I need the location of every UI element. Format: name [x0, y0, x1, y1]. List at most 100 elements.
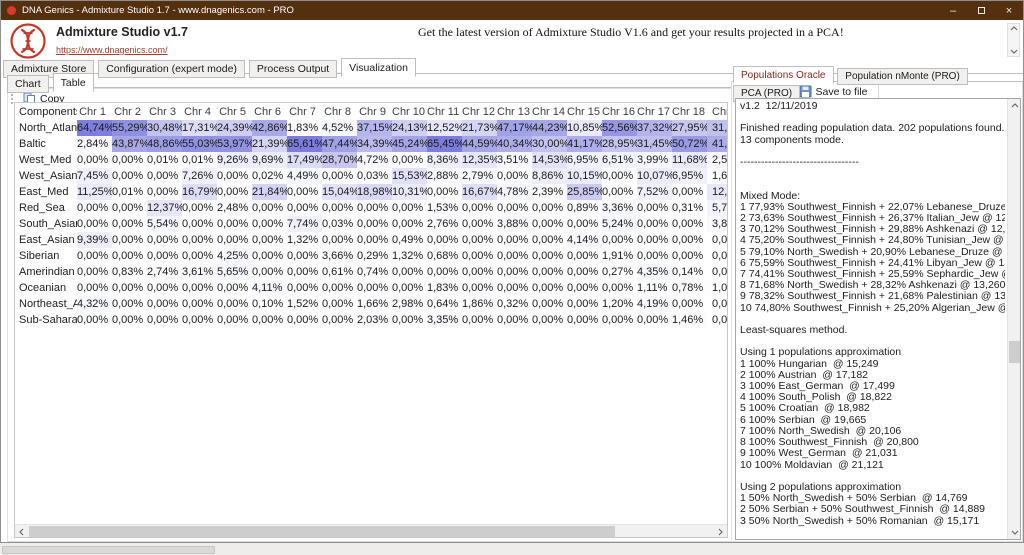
table-cell[interactable]: 0,00% — [357, 200, 392, 216]
table-cell[interactable]: 0,00% — [217, 312, 252, 328]
table-cell[interactable]: 55,03% — [182, 136, 217, 152]
column-header[interactable]: Chr 10 — [392, 103, 427, 120]
tab-population-nmonte[interactable]: Population nMonte (PRO) — [837, 68, 968, 85]
table-cell[interactable]: 0,00% — [497, 232, 532, 248]
table-cell[interactable]: 0,02% — [252, 168, 287, 184]
table-row[interactable]: North_Atlantic64,74%55,29%30,48%17,31%24… — [15, 120, 728, 136]
table-cell[interactable]: 41,17% — [567, 136, 602, 152]
table-cell[interactable]: 34,39% — [357, 136, 392, 152]
table-cell[interactable]: 2,84% — [77, 136, 112, 152]
column-header[interactable]: Chr 18 — [672, 103, 707, 120]
table-cell[interactable]: 0,00% — [462, 200, 497, 216]
table-cell[interactable]: 4,32% — [77, 296, 112, 312]
table-cell[interactable]: 9,39% — [77, 232, 112, 248]
table-cell[interactable]: 0,00% — [147, 296, 182, 312]
table-cell[interactable]: 0,00% — [77, 280, 112, 296]
table-cell[interactable]: 0,00% — [77, 152, 112, 168]
table-cell[interactable]: 1,6 — [707, 168, 728, 184]
save-to-file-button[interactable]: Save to file — [796, 84, 871, 99]
table-cell[interactable]: 0,00% — [567, 264, 602, 280]
table-cell[interactable]: 6,95% — [567, 152, 602, 168]
table-cell[interactable]: 7,26% — [182, 168, 217, 184]
table-cell[interactable]: 0,00% — [182, 248, 217, 264]
table-cell[interactable]: 0,00% — [182, 296, 217, 312]
table-cell[interactable]: 0,00% — [392, 152, 427, 168]
table-cell[interactable]: 18,98% — [357, 184, 392, 200]
table-cell[interactable]: 0,00% — [322, 296, 357, 312]
table-cell[interactable]: 0,00% — [77, 248, 112, 264]
table-cell[interactable]: 0,00% — [532, 248, 567, 264]
column-header[interactable]: Chr 11 — [427, 103, 462, 120]
table-cell[interactable]: 31,45% — [637, 136, 672, 152]
table-cell[interactable]: 2,5 — [707, 152, 728, 168]
table-cell[interactable]: 0,00% — [532, 264, 567, 280]
output-vertical-scrollbar[interactable] — [1007, 99, 1020, 539]
table-cell[interactable]: 0,49% — [392, 232, 427, 248]
table-cell[interactable]: 4,11% — [252, 280, 287, 296]
table-cell[interactable]: 0,0 — [707, 248, 728, 264]
table-cell[interactable]: 0,61% — [322, 264, 357, 280]
table-cell[interactable]: 4,19% — [637, 296, 672, 312]
close-button[interactable]: × — [995, 1, 1023, 20]
table-cell[interactable]: 0,00% — [602, 312, 637, 328]
table-cell[interactable]: 0,00% — [357, 280, 392, 296]
table-cell[interactable]: 24,13% — [392, 120, 427, 136]
table-cell[interactable]: 52,56% — [602, 120, 637, 136]
table-cell[interactable]: 0,00% — [637, 312, 672, 328]
table-cell[interactable]: 3,51% — [497, 152, 532, 168]
table-row[interactable]: Northeast_African4,32%0,00%0,00%0,00%0,0… — [15, 296, 728, 312]
table-cell[interactable]: 0,00% — [497, 200, 532, 216]
table-cell[interactable]: 41,8 — [707, 136, 728, 152]
table-cell[interactable]: 0,00% — [672, 232, 707, 248]
table-cell[interactable]: 0,00% — [252, 248, 287, 264]
table-cell[interactable]: 2,79% — [462, 168, 497, 184]
table-cell[interactable]: 0,00% — [287, 200, 322, 216]
table-cell[interactable]: 25,85% — [567, 184, 602, 200]
table-cell[interactable]: 1,83% — [427, 280, 462, 296]
table-cell[interactable]: 0,00% — [532, 296, 567, 312]
oracle-output[interactable]: v1.2 12/11/2019 Finished reading populat… — [740, 101, 1005, 539]
table-cell[interactable]: 0,0 — [707, 264, 728, 280]
table-cell[interactable]: 0,00% — [532, 232, 567, 248]
table-cell[interactable]: 0,00% — [252, 232, 287, 248]
table-row[interactable]: Baltic2,84%43,87%48,86%55,03%53,97%21,39… — [15, 136, 728, 152]
table-cell[interactable]: 0,00% — [252, 216, 287, 232]
table-cell[interactable]: 21,39% — [252, 136, 287, 152]
table-cell[interactable]: 40,34% — [497, 136, 532, 152]
tab-chart[interactable]: Chart — [7, 75, 49, 93]
table-cell[interactable]: 0,00% — [532, 312, 567, 328]
column-header[interactable]: Chr 2 — [112, 103, 147, 120]
tab-populations-oracle[interactable]: Populations Oracle — [733, 66, 834, 84]
tab-table[interactable]: Table — [53, 73, 94, 92]
table-cell[interactable]: 0,00% — [462, 280, 497, 296]
table-cell[interactable]: 45,24% — [392, 136, 427, 152]
table-cell[interactable]: 0,0 — [707, 312, 728, 328]
table-cell[interactable]: 48,86% — [147, 136, 182, 152]
table-cell[interactable]: 10,07% — [637, 168, 672, 184]
table-cell[interactable]: 0,00% — [602, 280, 637, 296]
table-cell[interactable]: 0,00% — [497, 168, 532, 184]
table-cell[interactable]: 0,00% — [252, 264, 287, 280]
table-cell[interactable]: 0,64% — [427, 296, 462, 312]
table-cell[interactable]: 2,76% — [427, 216, 462, 232]
table-cell[interactable]: 7,45% — [77, 168, 112, 184]
table-cell[interactable]: 17,49% — [287, 152, 322, 168]
table-cell[interactable]: 0,00% — [322, 168, 357, 184]
table-cell[interactable]: 16,79% — [182, 184, 217, 200]
table-cell[interactable]: 0,00% — [427, 232, 462, 248]
table-cell[interactable]: 1,46% — [672, 312, 707, 328]
table-cell[interactable]: 64,74% — [77, 120, 112, 136]
table-cell[interactable]: 0,00% — [462, 216, 497, 232]
table-cell[interactable]: 0,00% — [602, 168, 637, 184]
scrollbar-thumb[interactable] — [1009, 341, 1020, 363]
table-cell[interactable]: 0,00% — [287, 248, 322, 264]
table-row[interactable]: East_Asian9,39%0,00%0,00%0,00%0,00%0,00%… — [15, 232, 728, 248]
table-cell[interactable]: 27,95% — [672, 120, 707, 136]
table-row[interactable]: Sub-Saharan0,00%0,00%0,00%0,00%0,00%0,00… — [15, 312, 728, 328]
table-cell[interactable]: 1,0 — [707, 280, 728, 296]
table-cell[interactable]: 0,00% — [357, 232, 392, 248]
table-cell[interactable]: 0,00% — [672, 184, 707, 200]
column-header-components[interactable]: Components — [15, 103, 77, 120]
table-cell[interactable]: 4,78% — [497, 184, 532, 200]
table-cell[interactable]: 0,00% — [357, 216, 392, 232]
